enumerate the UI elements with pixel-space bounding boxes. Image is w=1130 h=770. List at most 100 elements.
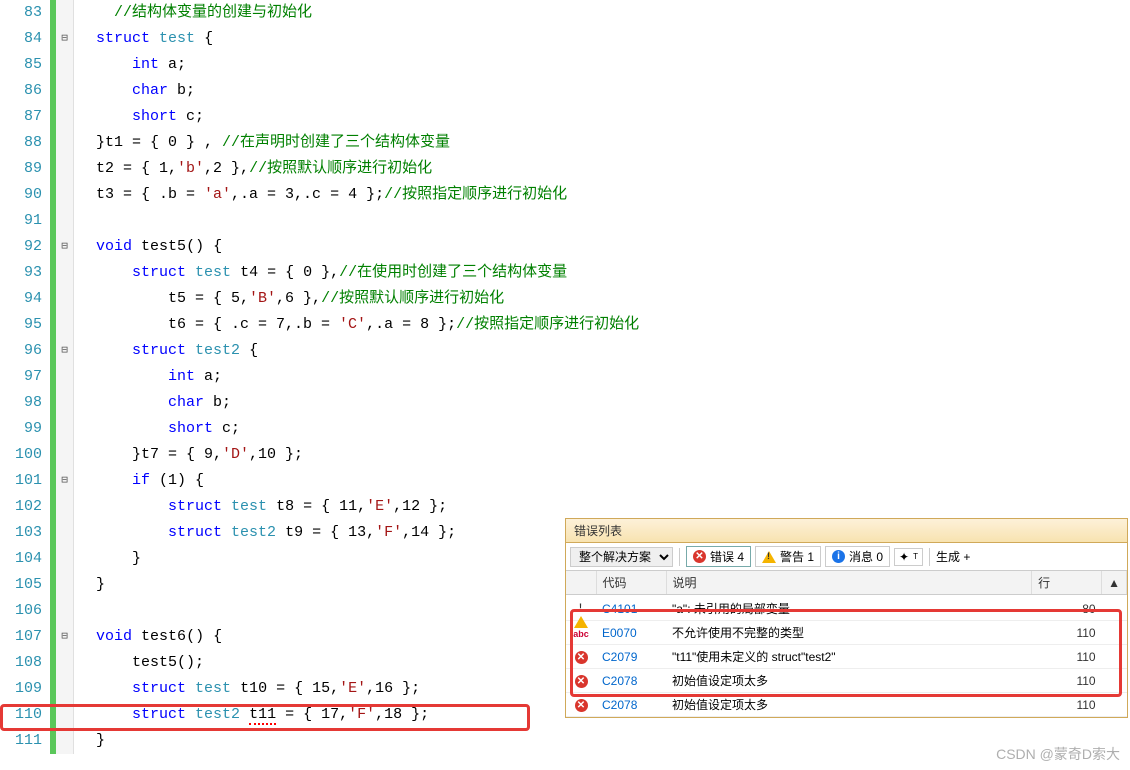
filter-button[interactable]: ✦T <box>894 548 923 566</box>
err-icon: ✕ <box>575 675 588 688</box>
col-code[interactable]: 代码 <box>596 571 666 595</box>
code-text[interactable]: struct test t4 = { 0 },//在使用时创建了三个结构体变量 <box>74 260 567 286</box>
error-row[interactable]: ✕C2078初始值设定项太多110 <box>566 693 1127 717</box>
code-line[interactable]: 92⊟ void test5() { <box>0 234 1130 260</box>
code-text[interactable]: if (1) { <box>74 468 204 494</box>
code-text[interactable]: int a; <box>74 364 222 390</box>
code-text[interactable]: char b; <box>74 78 195 104</box>
error-line: 110 <box>1032 645 1102 669</box>
code-text[interactable]: } <box>74 572 105 598</box>
code-text[interactable]: struct test2 { <box>74 338 258 364</box>
col-line[interactable]: 行 <box>1032 571 1102 595</box>
code-line[interactable]: 88 }t1 = { 0 } , //在声明时创建了三个结构体变量 <box>0 130 1130 156</box>
error-desc: 初始值设定项太多 <box>666 693 1032 717</box>
build-filter-label[interactable]: 生成 + <box>936 548 970 565</box>
code-line[interactable]: 85 int a; <box>0 52 1130 78</box>
error-line: 110 <box>1032 669 1102 693</box>
code-line[interactable]: 87 short c; <box>0 104 1130 130</box>
code-line[interactable]: 96⊟ struct test2 { <box>0 338 1130 364</box>
line-number: 91 <box>0 208 50 234</box>
fold-gutter <box>56 442 74 468</box>
line-number: 83 <box>0 0 50 26</box>
line-number: 98 <box>0 390 50 416</box>
code-line[interactable]: 90 t3 = { .b = 'a',.a = 3,.c = 4 };//按照指… <box>0 182 1130 208</box>
fold-gutter <box>56 104 74 130</box>
code-line[interactable]: 83 //结构体变量的创建与初始化 <box>0 0 1130 26</box>
messages-filter[interactable]: i 消息 0 <box>825 546 890 567</box>
scope-select[interactable]: 整个解决方案 <box>570 547 673 567</box>
code-text[interactable]: t5 = { 5,'B',6 },//按照默认顺序进行初始化 <box>74 286 504 312</box>
code-text[interactable]: short c; <box>74 416 240 442</box>
error-row[interactable]: abcE0070不允许使用不完整的类型110 <box>566 621 1127 645</box>
code-text[interactable]: } <box>74 728 105 754</box>
code-line[interactable]: 111 } <box>0 728 1130 754</box>
fold-gutter <box>56 494 74 520</box>
error-line: 110 <box>1032 693 1102 717</box>
col-desc[interactable]: 说明 <box>666 571 1032 595</box>
line-number: 111 <box>0 728 50 754</box>
line-number: 109 <box>0 676 50 702</box>
code-line[interactable]: 94 t5 = { 5,'B',6 },//按照默认顺序进行初始化 <box>0 286 1130 312</box>
code-text[interactable] <box>74 598 78 624</box>
code-text[interactable]: int a; <box>74 52 186 78</box>
fold-gutter[interactable]: ⊟ <box>56 624 74 650</box>
fold-gutter[interactable]: ⊟ <box>56 338 74 364</box>
code-line[interactable]: 84⊟ struct test { <box>0 26 1130 52</box>
code-line[interactable]: 95 t6 = { .c = 7,.b = 'C',.a = 8 };//按照指… <box>0 312 1130 338</box>
code-text[interactable]: //结构体变量的创建与初始化 <box>74 0 312 26</box>
code-line[interactable]: 89 t2 = { 1,'b',2 },//按照默认顺序进行初始化 <box>0 156 1130 182</box>
line-number: 93 <box>0 260 50 286</box>
code-text[interactable]: struct test t8 = { 11,'E',12 }; <box>74 494 447 520</box>
code-line[interactable]: 102 struct test t8 = { 11,'E',12 }; <box>0 494 1130 520</box>
fold-gutter[interactable]: ⊟ <box>56 26 74 52</box>
code-text[interactable]: struct test2 t11 = { 17,'F',18 }; <box>74 702 429 728</box>
code-text[interactable]: }t7 = { 9,'D',10 }; <box>74 442 303 468</box>
code-line[interactable]: 101⊟ if (1) { <box>0 468 1130 494</box>
errors-filter[interactable]: ✕ 错误 4 <box>686 546 751 567</box>
fold-gutter <box>56 520 74 546</box>
code-text[interactable]: void test6() { <box>74 624 222 650</box>
code-text[interactable]: }t1 = { 0 } , //在声明时创建了三个结构体变量 <box>74 130 450 156</box>
line-number: 100 <box>0 442 50 468</box>
code-text[interactable]: void test5() { <box>74 234 222 260</box>
code-text[interactable]: struct test2 t9 = { 13,'F',14 }; <box>74 520 456 546</box>
code-line[interactable]: 91 <box>0 208 1130 234</box>
code-line[interactable]: 99 short c; <box>0 416 1130 442</box>
error-row[interactable]: C4101"a": 未引用的局部变量80 <box>566 595 1127 621</box>
code-text[interactable]: char b; <box>74 390 231 416</box>
code-text[interactable]: struct test { <box>74 26 213 52</box>
code-text[interactable]: test5(); <box>74 650 204 676</box>
fold-gutter <box>56 130 74 156</box>
fold-gutter[interactable]: ⊟ <box>56 234 74 260</box>
line-number: 86 <box>0 78 50 104</box>
fold-gutter <box>56 78 74 104</box>
error-icon: ✕ <box>693 550 706 563</box>
error-row[interactable]: ✕C2078初始值设定项太多110 <box>566 669 1127 693</box>
line-number: 102 <box>0 494 50 520</box>
code-text[interactable]: short c; <box>74 104 204 130</box>
error-list-title: 错误列表 <box>566 519 1127 543</box>
line-number: 99 <box>0 416 50 442</box>
code-line[interactable]: 97 int a; <box>0 364 1130 390</box>
fold-gutter <box>56 676 74 702</box>
code-line[interactable]: 86 char b; <box>0 78 1130 104</box>
warnings-filter[interactable]: 警告 1 <box>755 546 821 567</box>
line-number: 96 <box>0 338 50 364</box>
code-text[interactable]: } <box>74 546 141 572</box>
error-code: C2078 <box>596 693 666 717</box>
code-text[interactable] <box>74 208 78 234</box>
error-code: C2078 <box>596 669 666 693</box>
code-line[interactable]: 93 struct test t4 = { 0 },//在使用时创建了三个结构体… <box>0 260 1130 286</box>
error-row[interactable]: ✕C2079"t11"使用未定义的 struct"test2"110 <box>566 645 1127 669</box>
fold-gutter[interactable]: ⊟ <box>56 468 74 494</box>
code-text[interactable]: t3 = { .b = 'a',.a = 3,.c = 4 };//按照指定顺序… <box>74 182 567 208</box>
code-line[interactable]: 100 }t7 = { 9,'D',10 }; <box>0 442 1130 468</box>
warnings-count: 警告 1 <box>780 548 814 565</box>
code-line[interactable]: 98 char b; <box>0 390 1130 416</box>
error-desc: 不允许使用不完整的类型 <box>666 621 1032 645</box>
code-text[interactable]: struct test t10 = { 15,'E',16 }; <box>74 676 420 702</box>
code-text[interactable]: t6 = { .c = 7,.b = 'C',.a = 8 };//按照指定顺序… <box>74 312 639 338</box>
code-text[interactable]: t2 = { 1,'b',2 },//按照默认顺序进行初始化 <box>74 156 432 182</box>
fold-gutter <box>56 52 74 78</box>
error-list-panel: 错误列表 整个解决方案 ✕ 错误 4 警告 1 i 消息 0 ✦T 生成 + 代… <box>565 518 1128 718</box>
